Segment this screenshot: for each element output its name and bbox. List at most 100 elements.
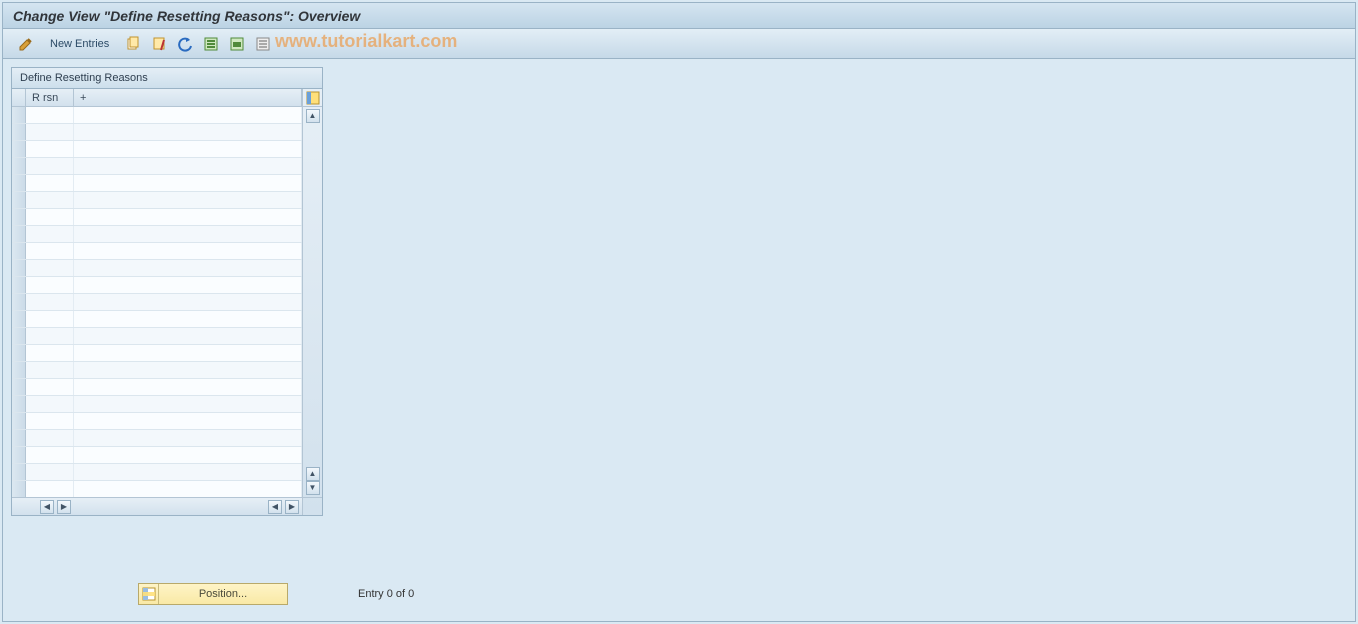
scroll-right-icon[interactable]: ▶ [57, 500, 71, 514]
cell-rrsn[interactable] [26, 124, 74, 140]
table-settings-icon[interactable] [303, 89, 322, 107]
cell-plus[interactable] [74, 430, 302, 446]
cell-rrsn[interactable] [26, 328, 74, 344]
cell-plus[interactable] [74, 209, 302, 225]
cell-rrsn[interactable] [26, 481, 74, 497]
row-selector[interactable] [12, 413, 26, 429]
cell-plus[interactable] [74, 345, 302, 361]
cell-plus[interactable] [74, 413, 302, 429]
scroll-down-icon[interactable]: ▼ [306, 481, 320, 495]
row-selector[interactable] [12, 107, 26, 123]
row-selector[interactable] [12, 328, 26, 344]
table-row[interactable] [12, 362, 302, 379]
table-row[interactable] [12, 447, 302, 464]
row-selector[interactable] [12, 243, 26, 259]
cell-rrsn[interactable] [26, 175, 74, 191]
cell-rrsn[interactable] [26, 345, 74, 361]
cell-plus[interactable] [74, 396, 302, 412]
row-selector[interactable] [12, 192, 26, 208]
cell-plus[interactable] [74, 107, 302, 123]
deselect-all-icon[interactable] [252, 34, 274, 54]
table-row[interactable] [12, 175, 302, 192]
table-row[interactable] [12, 311, 302, 328]
row-selector[interactable] [12, 481, 26, 497]
cell-plus[interactable] [74, 481, 302, 497]
row-selector[interactable] [12, 379, 26, 395]
row-selector-header[interactable] [12, 89, 26, 106]
select-block-icon[interactable] [226, 34, 248, 54]
row-selector[interactable] [12, 175, 26, 191]
row-selector[interactable] [12, 396, 26, 412]
cell-rrsn[interactable] [26, 192, 74, 208]
cell-rrsn[interactable] [26, 379, 74, 395]
row-selector[interactable] [12, 226, 26, 242]
cell-plus[interactable] [74, 277, 302, 293]
table-row[interactable] [12, 158, 302, 175]
cell-plus[interactable] [74, 192, 302, 208]
cell-rrsn[interactable] [26, 447, 74, 463]
toggle-display-change-icon[interactable] [15, 34, 37, 54]
cell-rrsn[interactable] [26, 362, 74, 378]
cell-rrsn[interactable] [26, 107, 74, 123]
scroll-left2-icon[interactable]: ◀ [268, 500, 282, 514]
row-selector[interactable] [12, 124, 26, 140]
row-selector[interactable] [12, 362, 26, 378]
cell-plus[interactable] [74, 447, 302, 463]
cell-rrsn[interactable] [26, 209, 74, 225]
table-row[interactable] [12, 243, 302, 260]
cell-plus[interactable] [74, 464, 302, 480]
row-selector[interactable] [12, 311, 26, 327]
table-row[interactable] [12, 396, 302, 413]
table-row[interactable] [12, 107, 302, 124]
vertical-scrollbar[interactable]: ▲ ▲ ▼ [303, 107, 322, 497]
cell-plus[interactable] [74, 226, 302, 242]
table-row[interactable] [12, 192, 302, 209]
table-row[interactable] [12, 141, 302, 158]
new-entries-button[interactable]: New Entries [41, 34, 118, 54]
table-row[interactable] [12, 209, 302, 226]
select-all-icon[interactable] [200, 34, 222, 54]
table-row[interactable] [12, 277, 302, 294]
copy-as-icon[interactable] [122, 34, 144, 54]
table-row[interactable] [12, 430, 302, 447]
scroll-left-icon[interactable]: ◀ [40, 500, 54, 514]
cell-plus[interactable] [74, 311, 302, 327]
table-row[interactable] [12, 379, 302, 396]
row-selector[interactable] [12, 430, 26, 446]
table-row[interactable] [12, 294, 302, 311]
row-selector[interactable] [12, 447, 26, 463]
cell-rrsn[interactable] [26, 294, 74, 310]
cell-rrsn[interactable] [26, 430, 74, 446]
cell-plus[interactable] [74, 260, 302, 276]
table-row[interactable] [12, 124, 302, 141]
row-selector[interactable] [12, 141, 26, 157]
cell-plus[interactable] [74, 362, 302, 378]
table-row[interactable] [12, 226, 302, 243]
delete-icon[interactable] [148, 34, 170, 54]
cell-rrsn[interactable] [26, 464, 74, 480]
table-row[interactable] [12, 464, 302, 481]
table-row[interactable] [12, 260, 302, 277]
cell-plus[interactable] [74, 124, 302, 140]
cell-plus[interactable] [74, 294, 302, 310]
scroll-up-icon[interactable]: ▲ [306, 109, 320, 123]
column-header-plus[interactable]: + [74, 89, 302, 106]
cell-plus[interactable] [74, 328, 302, 344]
column-header-rrsn[interactable]: R rsn [26, 89, 74, 106]
cell-rrsn[interactable] [26, 141, 74, 157]
table-row[interactable] [12, 413, 302, 430]
row-selector[interactable] [12, 294, 26, 310]
cell-rrsn[interactable] [26, 311, 74, 327]
cell-rrsn[interactable] [26, 226, 74, 242]
scroll-right2-icon[interactable]: ▶ [285, 500, 299, 514]
row-selector[interactable] [12, 345, 26, 361]
table-row[interactable] [12, 481, 302, 497]
position-button[interactable]: Position... [138, 583, 288, 605]
cell-rrsn[interactable] [26, 243, 74, 259]
cell-plus[interactable] [74, 141, 302, 157]
cell-rrsn[interactable] [26, 277, 74, 293]
cell-rrsn[interactable] [26, 158, 74, 174]
row-selector[interactable] [12, 158, 26, 174]
cell-plus[interactable] [74, 158, 302, 174]
cell-plus[interactable] [74, 243, 302, 259]
